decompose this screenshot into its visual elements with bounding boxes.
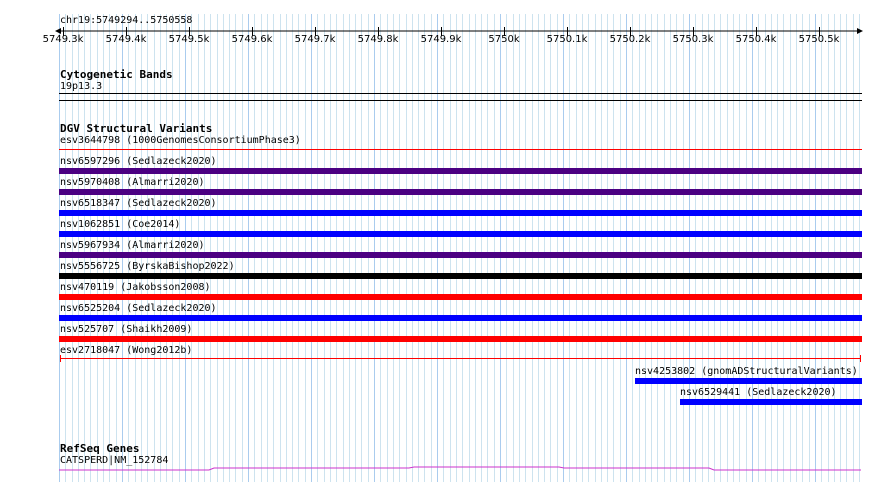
ruler-tick-label: 5750k (488, 34, 520, 45)
ruler-tick-label: 5750.4k (735, 34, 777, 45)
variant-label: nsv6529441 (Sedlazeck2020) (680, 387, 837, 398)
dgv-track-title: DGV Structural Variants (60, 122, 213, 135)
variant-label: nsv525707 (Shaikh2009) (60, 324, 193, 335)
variant-label: esv2718047 (Wong2012b) (60, 345, 193, 356)
variant-label: nsv6518347 (Sedlazeck2020) (60, 198, 217, 209)
gene-model[interactable] (0, 462, 890, 474)
ruler-tick-label: 5749.6k (231, 34, 273, 45)
cytoband-label: 19p13.3 (60, 81, 103, 92)
variant-feature[interactable] (635, 378, 862, 384)
variant-end-cap-left (60, 355, 61, 362)
ruler-tick-label: 5750.5k (798, 34, 840, 45)
ruler-tick-label: 5749.3k (42, 34, 84, 45)
variant-feature[interactable] (60, 358, 861, 359)
variant-feature[interactable] (59, 189, 862, 195)
ruler-tick-label: 5750.2k (609, 34, 651, 45)
ruler-tick-label: 5749.5k (168, 34, 210, 45)
variant-label: nsv1062851 (Coe2014) (60, 219, 181, 230)
variant-feature[interactable] (59, 273, 862, 279)
variant-feature[interactable] (59, 210, 862, 216)
variant-label: nsv6597296 (Sedlazeck2020) (60, 156, 217, 167)
ruler-tick-label: 5749.8k (357, 34, 399, 45)
variant-label: nsv5970408 (Almarri2020) (60, 177, 205, 188)
variant-label: esv3644798 (1000GenomesConsortiumPhase3) (60, 135, 301, 146)
ruler-tick-label: 5750.3k (672, 34, 714, 45)
variant-feature[interactable] (59, 294, 862, 300)
cytobands-track-title: Cytogenetic Bands (60, 68, 173, 81)
variant-label: nsv470119 (Jakobsson2008) (60, 282, 211, 293)
variant-label: nsv6525204 (Sedlazeck2020) (60, 303, 217, 314)
variant-feature[interactable] (59, 315, 862, 321)
ruler-tick-label: 5749.9k (420, 34, 462, 45)
variant-feature[interactable] (59, 252, 862, 258)
variant-feature[interactable] (59, 168, 862, 174)
ruler-tick-label: 5749.7k (294, 34, 336, 45)
variant-end-cap-right (860, 355, 861, 362)
cytoband-bar-top[interactable] (59, 93, 862, 94)
variant-feature[interactable] (59, 336, 862, 342)
variant-feature[interactable] (59, 231, 862, 237)
ruler-tick-label: 5749.4k (105, 34, 147, 45)
variant-feature[interactable] (680, 399, 862, 405)
ruler-tick-label: 5750.1k (546, 34, 588, 45)
cytoband-bar-bottom (59, 100, 862, 101)
refseq-track-title: RefSeq Genes (60, 442, 140, 455)
variant-label: nsv5556725 (ByrskaBishop2022) (60, 261, 235, 272)
variant-feature[interactable] (59, 149, 862, 150)
variant-label: nsv4253802 (gnomADStructuralVariants) (635, 366, 858, 377)
variant-label: nsv5967934 (Almarri2020) (60, 240, 205, 251)
